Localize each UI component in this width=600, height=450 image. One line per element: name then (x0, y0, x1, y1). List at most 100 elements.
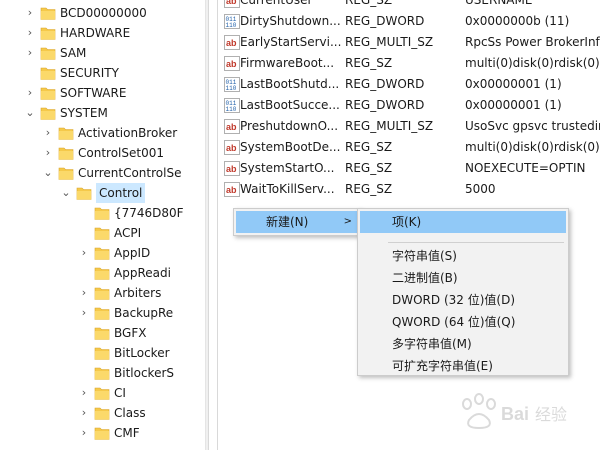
value-data: NOEXECUTE=OPTIN (465, 161, 586, 175)
tree-item[interactable]: › Arbiters (0, 283, 205, 303)
tree-item[interactable]: › HARDWARE (0, 23, 205, 43)
svg-text:经验: 经验 (535, 405, 567, 424)
folder-icon (94, 285, 110, 301)
chevron-right-icon[interactable]: › (78, 283, 90, 303)
svg-text:110: 110 (226, 85, 237, 92)
value-row[interactable]: ab FirmwareBoot... REG_SZ multi(0)disk(0)rd… (218, 53, 600, 74)
svg-text:ab: ab (226, 122, 237, 132)
value-name: SystemBootDe... (240, 140, 341, 154)
tree-item-label: BackupRe (114, 306, 174, 320)
submenu-item[interactable]: 多字符串值(M) (360, 333, 566, 355)
tree-item[interactable]: ⌄ CurrentControlSe (0, 163, 205, 183)
string-value-icon: ab (224, 140, 240, 155)
tree-item-label: Class (114, 406, 146, 420)
tree-item-label: HARDWARE (60, 26, 131, 40)
value-row[interactable]: ab SystemBootDe... REG_SZ multi(0)disk(0)rd… (218, 137, 600, 158)
value-name: EarlyStartServi... (240, 35, 342, 49)
tree-item-label: ActivationBroker (78, 126, 178, 140)
value-row[interactable]: ab SystemStartO... REG_SZ NOEXECUTE=OPTIN (218, 158, 600, 179)
svg-text:ab: ab (226, 164, 237, 174)
chevron-right-icon: > (343, 216, 352, 227)
chevron-right-icon[interactable]: › (78, 383, 90, 403)
folder-icon (40, 105, 56, 121)
submenu-item[interactable]: 可扩充字符串值(E) (360, 355, 566, 377)
string-value-icon: ab (224, 35, 240, 50)
tree-item-label: CMF (114, 426, 140, 440)
svg-text:ab: ab (226, 59, 237, 69)
tree-item[interactable]: BitLocker (0, 343, 205, 363)
registry-key-tree[interactable]: › BCD00000000 › HARDWARE › SAM SECURITY › SOFTWA… (0, 0, 205, 450)
tree-item[interactable]: › SAM (0, 43, 205, 63)
tree-item[interactable]: BitlockerS (0, 363, 205, 383)
tree-item[interactable]: › AppID (0, 243, 205, 263)
chevron-right-icon[interactable]: › (24, 3, 36, 23)
value-row[interactable]: 011 110 DirtyShutdown... REG_DWORD 0x0000000… (218, 11, 600, 32)
chevron-right-icon[interactable]: › (78, 423, 90, 443)
chevron-down-icon[interactable]: ⌄ (60, 183, 72, 203)
value-name: WaitToKillServ... (240, 182, 335, 196)
chevron-right-icon[interactable]: › (24, 83, 36, 103)
tree-item[interactable]: ACPI (0, 223, 205, 243)
value-row[interactable]: ab WaitToKillServ... REG_SZ 5000 (218, 179, 600, 200)
submenu-item-label: DWORD (32 位)值(D) (392, 293, 515, 307)
tree-item[interactable]: ⌄ SYSTEM (0, 103, 205, 123)
chevron-right-icon[interactable]: › (24, 23, 36, 43)
value-name: LastBootSucce... (240, 98, 340, 112)
tree-item[interactable]: › BCD00000000 (0, 3, 205, 23)
tree-item[interactable]: BGFX (0, 323, 205, 343)
svg-text:ab: ab (226, 185, 237, 195)
chevron-right-icon[interactable]: › (78, 303, 90, 323)
string-value-icon: ab (224, 182, 240, 197)
value-data: 0x0000000b (11) (465, 14, 570, 28)
submenu-item[interactable]: DWORD (32 位)值(D) (360, 289, 566, 311)
submenu-item[interactable]: 字符串值(S) (360, 245, 566, 267)
chevron-right-icon[interactable]: › (42, 123, 54, 143)
value-data: 0x00000001 (1) (465, 98, 562, 112)
chevron-right-icon[interactable]: › (24, 43, 36, 63)
tree-item[interactable]: › Class (0, 403, 205, 423)
value-type: REG_MULTI_SZ (345, 119, 434, 133)
chevron-down-icon[interactable]: ⌄ (42, 163, 54, 183)
submenu-item[interactable]: 二进制值(B) (360, 267, 566, 289)
chevron-right-icon[interactable]: › (42, 143, 54, 163)
tree-item[interactable]: › ControlSet001 (0, 143, 205, 163)
value-row[interactable]: 011 110 LastBootShutd... REG_DWORD 0x0000000… (218, 74, 600, 95)
tree-item[interactable]: › BackupRe (0, 303, 205, 323)
value-type: REG_SZ (345, 140, 393, 154)
empty-expander (78, 263, 90, 283)
tree-item[interactable]: › CI (0, 383, 205, 403)
folder-icon (40, 5, 56, 21)
submenu-item[interactable]: 项(K) (360, 211, 566, 233)
value-row[interactable]: ab PreshutdownO... REG_MULTI_SZ UsoSvc gpsv… (218, 116, 600, 137)
tree-item[interactable]: › ActivationBroker (0, 123, 205, 143)
tree-item[interactable]: ⌄ Control (0, 183, 205, 203)
value-data: RpcSs Power BrokerInfr (465, 35, 600, 49)
value-type: REG_SZ (345, 182, 393, 196)
string-value-icon: ab (224, 161, 240, 176)
empty-expander (78, 363, 90, 383)
tree-item[interactable]: SECURITY (0, 63, 205, 83)
tree-vertical-scrollbar[interactable] (205, 0, 218, 450)
svg-text:ab: ab (226, 143, 237, 153)
tree-item-label: CurrentControlSe (78, 166, 182, 180)
tree-item[interactable]: › CMF (0, 423, 205, 443)
value-row[interactable]: 011 110 LastBootSucce... REG_DWORD 0x0000000… (218, 95, 600, 116)
svg-text:Bai: Bai (501, 404, 529, 424)
chevron-right-icon[interactable]: › (78, 403, 90, 423)
value-row[interactable]: ab EarlyStartServi... REG_MULTI_SZ RpcSs Po… (218, 32, 600, 53)
submenu-item[interactable]: QWORD (64 位)值(Q) (360, 311, 566, 333)
tree-item-label: BCD00000000 (60, 6, 147, 20)
scrollbar-thumb[interactable] (208, 0, 218, 450)
tree-item[interactable]: {7746D80F (0, 203, 205, 223)
chevron-down-icon[interactable]: ⌄ (24, 103, 36, 123)
value-type: REG_DWORD (345, 14, 425, 28)
folder-icon (94, 385, 110, 401)
menu-item-new[interactable]: 新建(N) > (236, 211, 358, 233)
tree-item-label: AppID (114, 246, 151, 260)
tree-item[interactable]: › SOFTWARE (0, 83, 205, 103)
submenu-item-label: 项(K) (392, 215, 422, 229)
value-row[interactable]: ab CurrentUser REG_SZ USERNAME (218, 0, 600, 11)
submenu-item-label: 二进制值(B) (392, 271, 458, 285)
chevron-right-icon[interactable]: › (78, 243, 90, 263)
tree-item[interactable]: AppReadi (0, 263, 205, 283)
